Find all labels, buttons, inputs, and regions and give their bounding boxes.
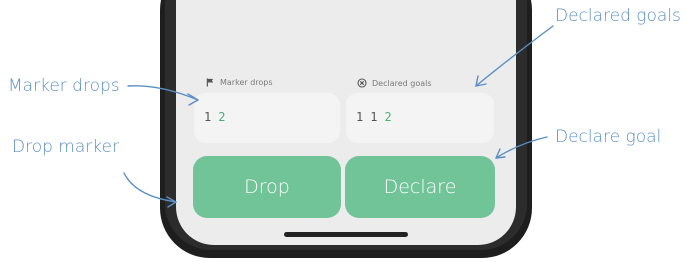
annotation-marker-drops: Marker drops: [8, 76, 120, 96]
annotation-declared-goals: Declared goals: [555, 6, 681, 26]
annotation-declare-goal: Declare goal: [555, 127, 662, 147]
annotation-drop-marker: Drop marker: [12, 137, 119, 157]
marker-drops-arrow: [127, 85, 199, 101]
declare-goal-arrow: [495, 136, 548, 159]
declared-goals-arrow: [475, 25, 554, 87]
